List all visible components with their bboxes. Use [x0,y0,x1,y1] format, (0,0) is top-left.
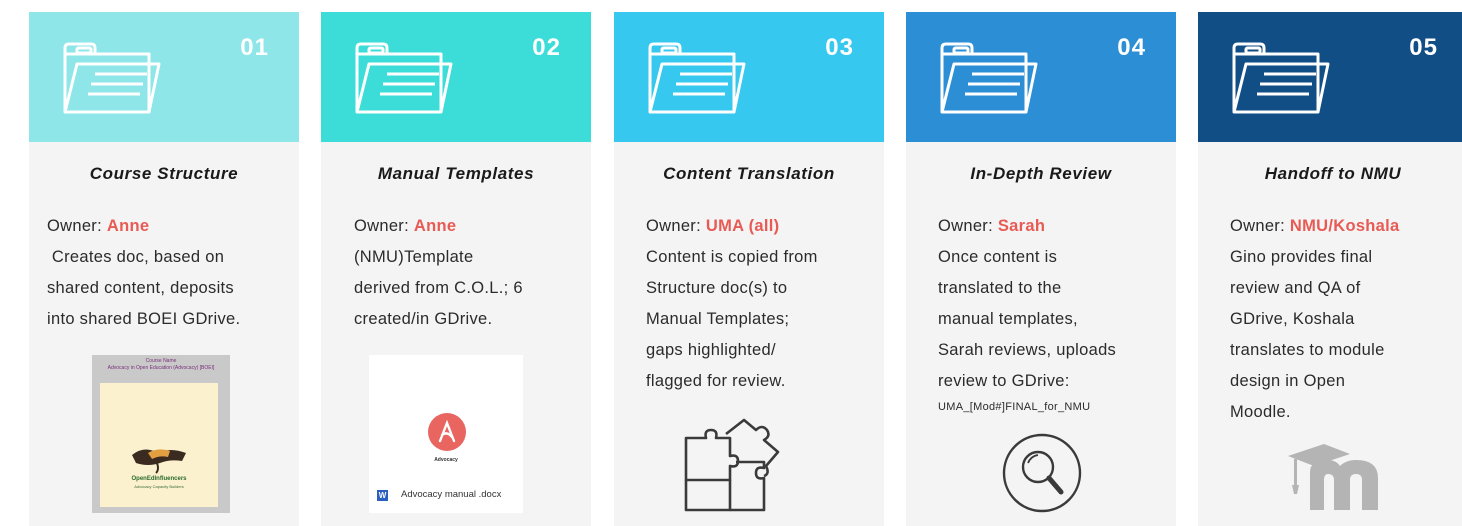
description-line: Gino provides final [1230,248,1373,266]
folder-icon [355,42,453,114]
step-title: Course Structure [89,164,239,183]
thumbnail-title: Course Name [145,358,177,364]
thumbnail-caption: Advocacy [434,457,458,463]
description-line: (NMU)Template [354,248,474,266]
description-line: into shared BOEI GDrive. [47,310,241,328]
step-description: Owner: Anne (NMU)Template derived from C… [354,211,594,335]
course-structure-doc-thumbnail: Course Name Advocacy in Open Education (… [92,355,230,513]
step-description: Owner: NMU/Koshala Gino provides final r… [1230,211,1462,428]
description-line: created/in GDrive. [354,310,493,328]
step-number: 03 [825,34,854,61]
description-line: review to GDrive: [938,372,1070,390]
owner-name: NMU/Koshala [1289,217,1400,235]
description-line: Moodle. [1230,403,1291,421]
description-line: Creates doc, based on [47,248,225,266]
description-line: design in Open [1230,372,1346,390]
owner-name: Sarah [997,217,1046,235]
step-card-1: 01 Course Structure Owner: Anne Creates … [29,12,299,526]
description-line: translated to the [938,279,1062,297]
description-line: derived from C.O.L.; 6 [354,279,523,297]
step-header: 04 [906,12,1176,142]
word-doc-icon: W [377,490,388,501]
thumbnail-subtitle: Advocacy in Open Education (Advocacy) [B… [107,365,215,371]
thumbnail-subcaption: Advocacy Capacity Builders [134,484,184,489]
folder-icon [1232,42,1330,114]
owner-label: Owner: [646,217,701,235]
description-line: Once content is [938,248,1058,266]
step-number: 02 [532,34,561,61]
description-line: Sarah reviews, uploads [938,341,1117,359]
manual-template-thumbnail: Advocacy W Advocacy manual .docx [369,355,523,513]
thumbnail-caption: OpenEdInfluencers [131,476,187,482]
owner-label: Owner: [938,217,993,235]
folder-icon [63,42,161,114]
step-title: Manual Templates [377,164,535,183]
step-header: 05 [1198,12,1462,142]
file-name-pattern: UMA_[Mod#]FINAL_for_NMU [938,401,1091,413]
description-line: review and QA of [1230,279,1361,297]
step-card-3: 03 Content Translation Owner: UMA (all) … [614,12,884,526]
step-header: 03 [614,12,884,142]
step-description: Owner: Sarah Once content is translated … [938,211,1178,415]
file-name: Advocacy manual .docx [401,489,502,500]
description-line: gaps highlighted/ [646,341,776,359]
owner-name: Anne [106,217,150,235]
magnifier-icon [1002,433,1082,513]
moodle-logo-icon [1288,444,1378,510]
folder-icon [648,42,746,114]
advocacy-logo-icon [428,413,466,451]
step-header: 02 [321,12,591,142]
thumbnail-cover: OpenEdInfluencers Advocacy Capacity Buil… [100,383,218,507]
puzzle-icon [684,418,780,512]
step-number: 01 [240,34,269,61]
handshake-icon [132,449,186,474]
step-number: 04 [1117,34,1146,61]
step-description: Owner: UMA (all) Content is copied from … [646,211,886,397]
description-line: Manual Templates; [646,310,790,328]
step-title: In-Depth Review [970,164,1112,183]
step-header: 01 [29,12,299,142]
owner-name: UMA (all) [705,217,780,235]
owner-name: Anne [413,217,457,235]
description-line: translates to module [1230,341,1385,359]
step-description: Owner: Anne Creates doc, based on shared… [47,211,287,335]
owner-label: Owner: [1230,217,1285,235]
step-card-2: 02 Manual Templates Owner: Anne (NMU)Tem… [321,12,591,526]
owner-label: Owner: [354,217,409,235]
description-line: Structure doc(s) to [646,279,788,297]
description-line: flagged for review. [646,372,786,390]
owner-label: Owner: [47,217,102,235]
step-card-4: 04 In-Depth Review Owner: Sarah Once con… [906,12,1176,526]
folder-icon [940,42,1038,114]
description-line: GDrive, Koshala [1230,310,1355,328]
description-line: Content is copied from [646,248,818,266]
description-line: manual templates, [938,310,1078,328]
step-title: Handoff to NMU [1264,164,1402,183]
step-card-5: 05 Handoff to NMU Owner: NMU/Koshala Gin… [1198,12,1462,526]
step-title: Content Translation [663,164,835,183]
description-line: shared content, deposits [47,279,234,297]
step-number: 05 [1409,34,1438,61]
